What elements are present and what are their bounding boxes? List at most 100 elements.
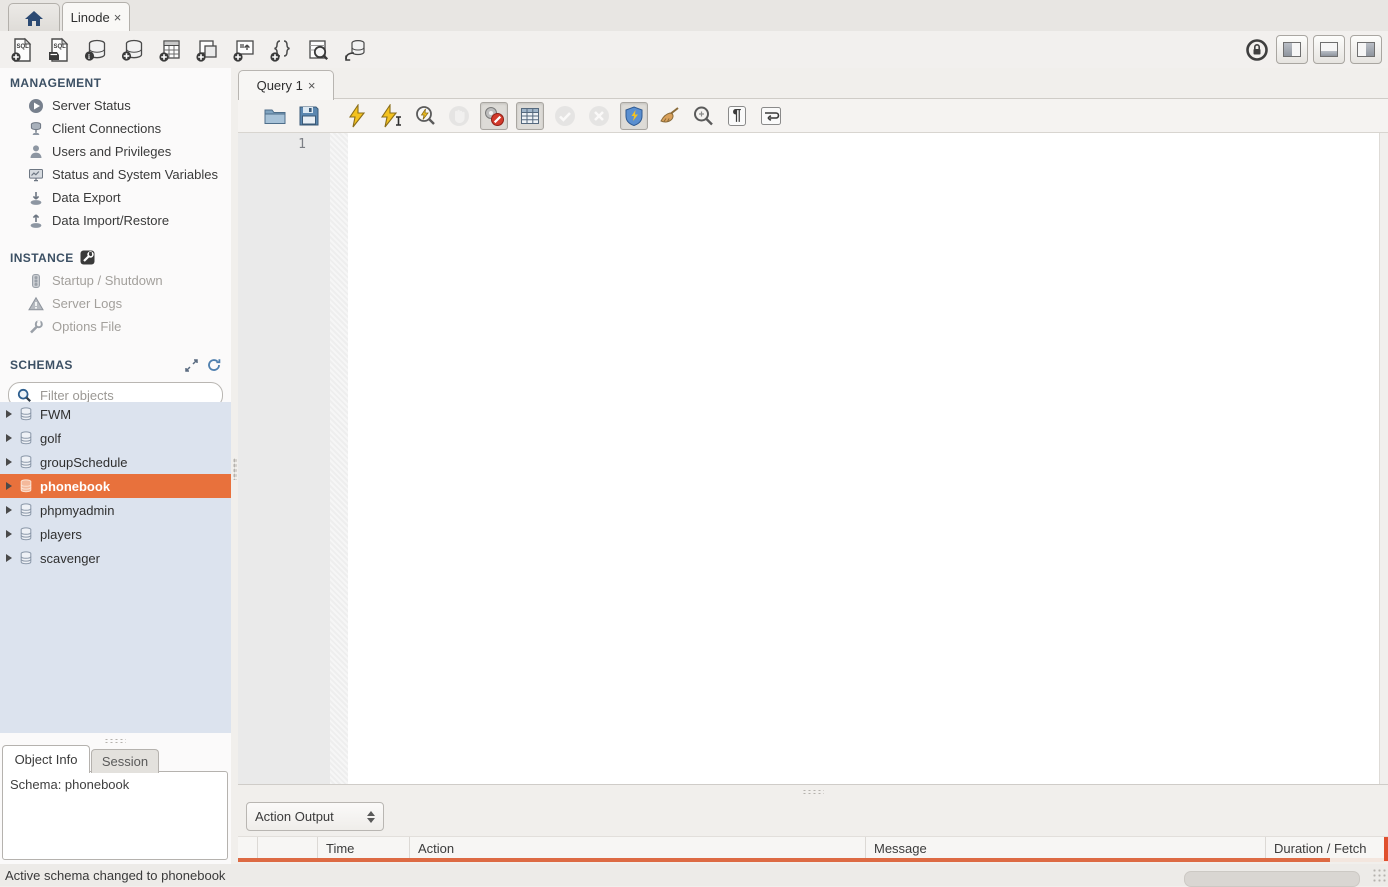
output-horizontal-scrollbar[interactable]	[238, 858, 1330, 862]
tab-label: Session	[102, 754, 148, 769]
lightning-cursor-icon	[379, 104, 403, 128]
toggle-autocommit-button[interactable]	[620, 102, 648, 130]
inspect-database-button[interactable]: i	[82, 36, 110, 64]
schema-filter-input[interactable]	[38, 387, 218, 404]
startup-shutdown-icon	[28, 273, 44, 289]
create-table-button[interactable]	[156, 36, 184, 64]
execute-button[interactable]	[344, 103, 370, 129]
scrollbar-thumb[interactable]	[1184, 871, 1360, 887]
options-file-icon	[28, 319, 44, 335]
chevron-right-icon[interactable]	[6, 530, 12, 538]
status-message: Active schema changed to phonebook	[5, 868, 225, 883]
sidebar-item-server-status[interactable]: Server Status	[0, 94, 231, 117]
sidebar-item-label: Startup / Shutdown	[52, 273, 163, 288]
instance-title: INSTANCE	[10, 251, 74, 265]
reconnect-dbms-button[interactable]	[341, 36, 369, 64]
explain-button[interactable]	[412, 103, 438, 129]
beautify-script-button[interactable]	[656, 103, 682, 129]
toggle-word-wrap-button[interactable]	[758, 103, 784, 129]
schema-icon	[19, 431, 33, 445]
column-header-index[interactable]	[258, 837, 318, 860]
home-icon	[24, 10, 44, 27]
toggle-output-area-button[interactable]	[1313, 35, 1345, 64]
execute-current-statement-button[interactable]	[378, 103, 404, 129]
create-schema-button[interactable]	[119, 36, 147, 64]
toggle-invisible-characters-button[interactable]: ¶	[724, 103, 750, 129]
sidebar-item-client-connections[interactable]: Client Connections	[0, 117, 231, 140]
create-function-button[interactable]	[267, 36, 295, 64]
open-sql-script-button[interactable]: SQL	[45, 36, 73, 64]
column-header-duration-fetch[interactable]: Duration / Fetch	[1266, 837, 1388, 860]
resize-grip-icon[interactable]	[1372, 868, 1386, 882]
chevron-right-icon[interactable]	[6, 482, 12, 490]
refresh-icon[interactable]	[207, 358, 221, 372]
sidebar-item-label: Server Status	[52, 98, 131, 113]
schemas-section-header: SCHEMAS	[0, 350, 231, 376]
expand-icon[interactable]	[185, 359, 198, 372]
close-icon[interactable]: ×	[308, 79, 316, 92]
column-header-status[interactable]	[238, 837, 258, 860]
schema-row-phpmyadmin[interactable]: phpmyadmin	[0, 498, 231, 522]
commit-button[interactable]	[552, 103, 578, 129]
lock-status-button[interactable]	[1243, 36, 1271, 64]
stop-execution-button[interactable]	[446, 103, 472, 129]
search-table-data-button[interactable]	[304, 36, 332, 64]
sidebar: MANAGEMENT Server Status Client Connecti…	[0, 68, 231, 864]
limit-rows-button[interactable]	[516, 102, 544, 130]
save-script-button[interactable]	[296, 103, 322, 129]
close-icon[interactable]: ×	[114, 11, 122, 24]
editor-vertical-scrollbar[interactable]	[1379, 133, 1388, 852]
schema-row-fwm[interactable]: FWM	[0, 402, 231, 426]
new-sql-tab-button[interactable]: SQL	[8, 36, 36, 64]
spinner-icon	[367, 811, 375, 823]
sql-editor-canvas[interactable]: 1	[238, 133, 1388, 852]
output-vertical-scrollbar[interactable]	[1384, 837, 1388, 861]
svg-text:SQL: SQL	[54, 44, 67, 50]
sidebar-item-startup-shutdown[interactable]: Startup / Shutdown	[0, 269, 231, 292]
sidebar-splitter-grip[interactable]	[104, 738, 126, 743]
schema-row-golf[interactable]: golf	[0, 426, 231, 450]
schema-row-scavenger[interactable]: scavenger	[0, 546, 231, 570]
chevron-right-icon[interactable]	[6, 434, 12, 442]
open-sql-file-button[interactable]	[262, 103, 288, 129]
sidebar-item-status-system-variables[interactable]: Status and System Variables	[0, 163, 231, 186]
sql-editor-area: Query 1 × ¶	[238, 68, 1388, 864]
create-view-button[interactable]	[193, 36, 221, 64]
home-tab[interactable]	[8, 3, 60, 32]
schema-row-players[interactable]: players	[0, 522, 231, 546]
sidebar-item-server-logs[interactable]: Server Logs	[0, 292, 231, 315]
sidebar-item-label: Users and Privileges	[52, 144, 171, 159]
output-type-select[interactable]: Action Output	[246, 802, 384, 831]
chevron-right-icon[interactable]	[6, 554, 12, 562]
schema-row-phonebook[interactable]: phonebook	[0, 474, 231, 498]
tab-session[interactable]: Session	[91, 749, 159, 773]
query-tab[interactable]: Query 1 ×	[238, 70, 334, 100]
column-header-message[interactable]: Message	[866, 837, 1266, 860]
toggle-stop-on-error-button[interactable]	[480, 102, 508, 130]
sidebar-item-data-import[interactable]: Data Import/Restore	[0, 209, 231, 232]
column-header-action[interactable]: Action	[410, 837, 866, 860]
find-button[interactable]	[690, 103, 716, 129]
tab-object-info[interactable]: Object Info	[2, 745, 90, 773]
main-toolbar: SQL SQL i	[0, 31, 1388, 69]
create-procedure-button[interactable]	[230, 36, 258, 64]
window-tab-strip: Linode ×	[0, 0, 1388, 32]
chevron-right-icon[interactable]	[6, 410, 12, 418]
database-arrow-icon	[342, 37, 368, 63]
output-table-header: Time Action Message Duration / Fetch	[238, 836, 1388, 860]
stop-hand-icon	[447, 104, 471, 128]
column-header-time[interactable]: Time	[318, 837, 410, 860]
chevron-right-icon[interactable]	[6, 458, 12, 466]
toggle-left-sidebar-button[interactable]	[1276, 35, 1308, 64]
toggle-right-sidebar-button[interactable]	[1350, 35, 1382, 64]
sidebar-item-data-export[interactable]: Data Export	[0, 186, 231, 209]
rollback-button[interactable]	[586, 103, 612, 129]
sidebar-item-label: Client Connections	[52, 121, 161, 136]
output-type-value: Action Output	[255, 809, 334, 824]
sidebar-item-users-and-privileges[interactable]: Users and Privileges	[0, 140, 231, 163]
schema-row-groupschedule[interactable]: groupSchedule	[0, 450, 231, 474]
search-icon	[17, 388, 32, 403]
sidebar-item-options-file[interactable]: Options File	[0, 315, 231, 338]
connection-tab[interactable]: Linode ×	[62, 2, 130, 33]
chevron-right-icon[interactable]	[6, 506, 12, 514]
